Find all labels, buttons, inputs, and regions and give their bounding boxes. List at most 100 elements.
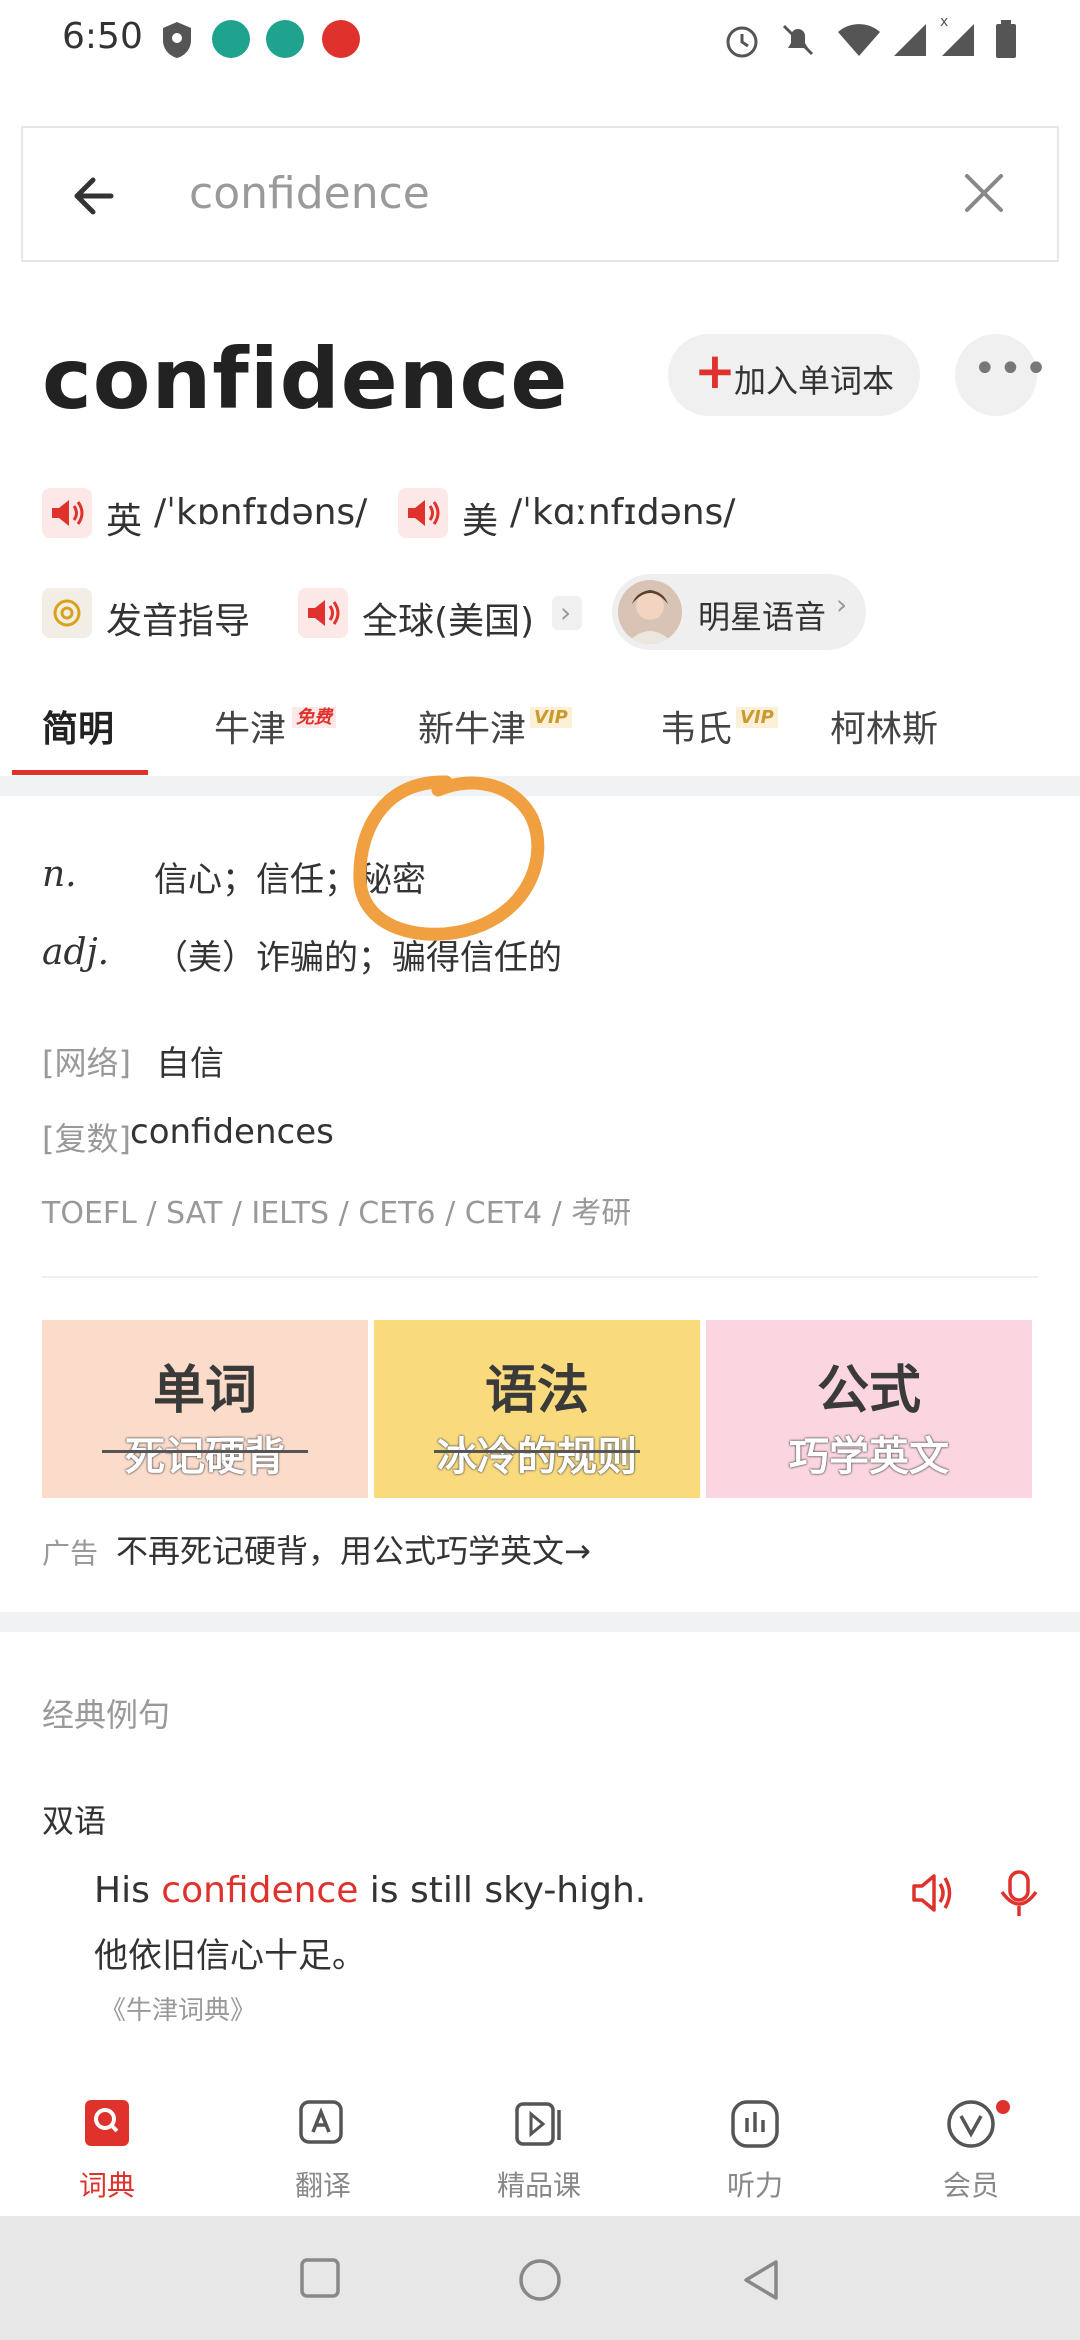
home-icon[interactable] (516, 2256, 564, 2304)
plus-icon: + (694, 342, 736, 400)
at-sign-icon (42, 588, 92, 638)
battery-icon (996, 20, 1016, 58)
divider (42, 1276, 1038, 1278)
listening-icon (731, 2100, 779, 2148)
free-badge: 免费 (292, 707, 337, 728)
definition-pos: adj. (42, 932, 110, 973)
nav-label: 翻译 (294, 2169, 351, 2202)
ad-card-title: 公式 (816, 1361, 921, 1421)
strikethrough-line (434, 1450, 640, 1453)
close-icon[interactable] (959, 168, 1009, 218)
status-time: 6:50 (62, 16, 143, 57)
avatar (618, 580, 682, 644)
signal-icon (894, 24, 926, 56)
celebrity-voice-button[interactable]: 明星语音 › (612, 574, 866, 650)
highlight-word: confidence (161, 1870, 359, 1911)
recents-icon[interactable] (298, 2256, 342, 2300)
ad-card-subtitle: 巧学英文 (789, 1434, 949, 1480)
pronunciation-guide-label: 发音指导 (106, 601, 251, 642)
uk-ipa: /ˈkɒnfɪdəns/ (154, 492, 368, 533)
global-accent-button[interactable]: 全球(美国) › (298, 588, 598, 644)
bilingual-label[interactable]: 双语 (42, 1796, 106, 1842)
ad-tag: 广告 (42, 1537, 99, 1570)
android-icon (212, 20, 250, 58)
speaker-icon[interactable] (908, 1868, 958, 1918)
svg-text:x: x (940, 14, 948, 30)
chevron-right-icon: › (552, 596, 582, 630)
pronunciation-guide-button[interactable]: 发音指导 (42, 588, 282, 644)
nav-label: 精品课 (496, 2169, 581, 2202)
ad-card-words[interactable]: 单词 死记硬背 (42, 1320, 368, 1498)
nav-translate[interactable]: 翻译 (253, 2098, 393, 2204)
shield-icon (163, 22, 191, 58)
back-icon[interactable] (738, 2256, 782, 2304)
speaker-icon (298, 588, 348, 638)
nav-label: 会员 (942, 2169, 999, 2202)
translate-icon (299, 2100, 343, 2144)
search-bar: confidence (21, 126, 1059, 262)
add-to-wordbook-button[interactable]: + 加入单词本 (668, 334, 920, 416)
chevron-right-icon: › (836, 588, 848, 621)
dictionary-icon (85, 2100, 129, 2146)
microphone-icon[interactable] (992, 1866, 1046, 1920)
speaker-icon (42, 488, 92, 538)
ad-card-subtitle: 冰冷的规则 (437, 1434, 637, 1480)
tab-new-oxford[interactable]: 新牛津 VIP (418, 700, 572, 752)
ad-card-title: 语法 (484, 1361, 589, 1421)
add-to-wordbook-label: 加入单词本 (734, 362, 895, 400)
more-options-button[interactable]: ••• (955, 334, 1048, 416)
nav-vip[interactable]: 会员 (901, 2098, 1041, 2204)
nav-listening[interactable]: 听力 (685, 2098, 825, 2204)
us-ipa: /ˈkɑːnfɪdəns/ (510, 492, 736, 533)
annotation-circle (353, 775, 545, 941)
example-sentence-en: His confidence is still sky-high. (94, 1870, 647, 1911)
wifi-icon (838, 24, 880, 56)
vip-badge: VIP (736, 707, 778, 728)
section-divider (0, 1612, 1080, 1632)
us-pronunciation[interactable]: 美 /ˈkɑːnfɪdəns/ (398, 488, 758, 548)
word-title: confidence (42, 330, 569, 428)
global-accent-label: 全球(美国) (362, 601, 535, 642)
course-icon (515, 2102, 561, 2146)
bottom-nav: 词典 翻译 精品课 听力 会员 (0, 2080, 1080, 2216)
alarm-icon (726, 26, 758, 58)
plural-tag: [复数] (42, 1120, 131, 1158)
vip-icon (947, 2100, 995, 2148)
tab-oxford[interactable]: 牛津 免费 (214, 700, 337, 752)
ad-link[interactable]: 不再死记硬背，用公式巧学英文→ (116, 1526, 591, 1572)
nav-label: 听力 (726, 2169, 783, 2202)
search-input[interactable]: confidence (189, 168, 430, 219)
tab-concise[interactable]: 简明 (42, 700, 114, 752)
nav-dictionary[interactable]: 词典 (37, 2098, 177, 2204)
search-app-icon (322, 20, 360, 58)
example-source: 《牛津词典》 (100, 1996, 257, 2026)
status-bar: 6:50 x (0, 0, 1080, 80)
plural-value: confidences (130, 1112, 334, 1152)
examples-title: 经典例句 (42, 1696, 171, 1734)
system-nav-bar (0, 2216, 1080, 2340)
ad-card-formula[interactable]: 公式 巧学英文 (706, 1320, 1032, 1498)
ad-card-subtitle: 死记硬背 (125, 1434, 285, 1480)
vip-badge: VIP (530, 707, 572, 728)
celebrity-voice-label: 明星语音 (698, 598, 827, 636)
bell-off-icon (782, 24, 814, 56)
tab-webster[interactable]: 韦氏 VIP (660, 700, 778, 752)
us-label: 美 (462, 501, 499, 542)
signal-x-icon: x (940, 14, 974, 56)
more-dots-icon: ••• (973, 346, 1050, 392)
ad-card-title: 单词 (152, 1361, 257, 1421)
active-tab-indicator (12, 770, 148, 775)
uk-pronunciation[interactable]: 英 /ˈkɒnfɪdəns/ (42, 488, 382, 548)
definition-pos: n. (42, 854, 77, 895)
example-sentence-cn: 他依旧信心十足。 (94, 1936, 366, 1976)
uk-label: 英 (106, 501, 143, 542)
nav-label: 词典 (78, 2169, 135, 2202)
nav-courses[interactable]: 精品课 (469, 2098, 609, 2204)
notification-dot (996, 2100, 1010, 2114)
ad-card-grammar[interactable]: 语法 冰冷的规则 (374, 1320, 700, 1498)
back-arrow-icon[interactable] (67, 166, 127, 226)
web-value: 自信 (156, 1044, 224, 1084)
web-tag: [网络] (42, 1044, 131, 1082)
tab-collins[interactable]: 柯林斯 (830, 700, 938, 752)
strikethrough-line (102, 1450, 308, 1453)
